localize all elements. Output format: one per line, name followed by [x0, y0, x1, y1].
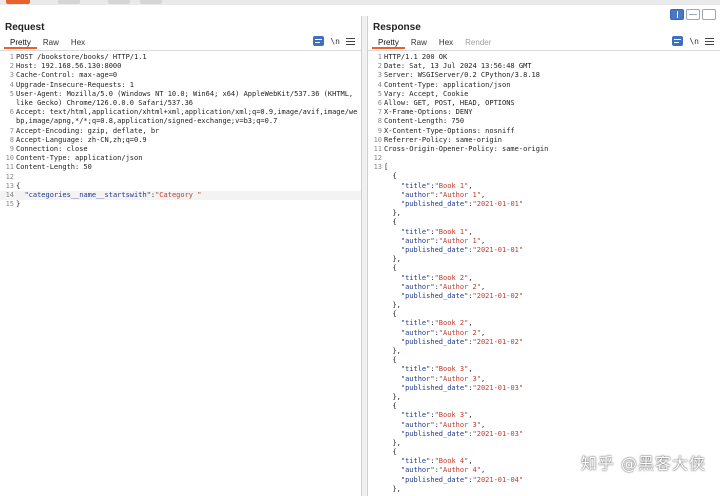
- code-line: Accept: text/html,application/xhtml+xml,…: [16, 108, 358, 126]
- json-object-close: },: [392, 301, 401, 310]
- request-editor[interactable]: 1 POST /bookstore/books/ HTTP/1.1 2 Host: …: [0, 53, 361, 496]
- code-line: Host: 192.168.56.130:8000: [16, 62, 122, 71]
- response-tab-raw[interactable]: Raw: [405, 37, 433, 49]
- json-field-published-date: "published_date":"2021-01-01": [400, 245, 524, 254]
- json-object-close: },: [392, 484, 401, 493]
- response-title: Response: [373, 22, 421, 33]
- code-line: {: [16, 181, 21, 190]
- window-tab[interactable]: [140, 0, 162, 4]
- json-object-open: {: [392, 218, 397, 227]
- code-line: Cache-Control: max-age=0: [16, 71, 118, 80]
- code-line: Content-Type: application/json: [16, 154, 143, 163]
- code-line: HTTP/1.1 200 OK: [384, 53, 448, 61]
- code-line: Date: Sat, 13 Jul 2024 13:56:48 GMT: [384, 62, 532, 71]
- json-object-open: {: [392, 310, 397, 319]
- json-field-published-date: "published_date":"2021-01-03": [400, 429, 524, 438]
- show-newlines-icon[interactable]: \n: [330, 37, 340, 46]
- response-tab-pretty[interactable]: Pretty: [372, 37, 405, 49]
- code-line: Accept-Language: zh-CN,zh;q=0.9: [16, 135, 147, 144]
- code-line: User-Agent: Mozilla/5.0 (Windows NT 10.0…: [16, 89, 358, 107]
- code-line: Content-Length: 50: [16, 163, 92, 172]
- code-line: Vary: Accept, Cookie: [384, 89, 469, 98]
- json-field-title: "title":"Book 2",: [400, 319, 473, 328]
- json-field-author: "author":"Author 2",: [400, 282, 486, 291]
- request-tab-raw[interactable]: Raw: [37, 37, 65, 49]
- response-tools: \n: [672, 36, 714, 46]
- watermark: 知乎 @黑客大侠: [580, 454, 706, 473]
- json-object-close: },: [392, 438, 401, 447]
- code-line: Cross-Origin-Opener-Policy: same-origin: [384, 144, 549, 153]
- json-object-open: {: [392, 402, 397, 411]
- json-field-author: "author":"Author 3",: [400, 420, 486, 429]
- json-field-title: "title":"Book 1",: [400, 181, 473, 190]
- menu-icon[interactable]: [705, 37, 714, 46]
- request-title: Request: [5, 22, 45, 33]
- json-field-published-date: "published_date":"2021-01-04": [400, 475, 524, 484]
- json-field-title: "title":"Book 1",: [400, 227, 473, 236]
- code-line: Content-Type: application/json: [384, 80, 511, 89]
- window-tab[interactable]: [108, 0, 130, 4]
- json-object-close: },: [392, 209, 401, 218]
- json-field-author: "author":"Author 1",: [400, 236, 486, 245]
- request-tab-hex[interactable]: Hex: [65, 37, 91, 49]
- response-panel: Response Pretty Raw Hex Render \n 1 HTTP/…: [367, 16, 720, 496]
- code-line: Content-Length: 750: [384, 117, 465, 126]
- code-line: Allow: GET, POST, HEAD, OPTIONS: [384, 98, 515, 107]
- code-line: Upgrade-Insecure-Requests: 1: [16, 80, 135, 89]
- json-object-close: },: [392, 347, 401, 355]
- json-field-title: "title":"Book 3",: [400, 411, 473, 420]
- code-line: Connection: close: [16, 144, 88, 153]
- json-key: "categories__name__startswith": [24, 190, 151, 199]
- json-object-open: {: [392, 264, 397, 273]
- code-line: X-Frame-Options: DENY: [384, 108, 473, 117]
- json-field-title: "title":"Book 2",: [400, 273, 473, 282]
- request-panel: Request Pretty Raw Hex \n 1 POST /booksto…: [0, 16, 362, 496]
- json-field-author: "author":"Author 2",: [400, 328, 486, 337]
- response-tab-render[interactable]: Render: [459, 37, 497, 49]
- wrap-lines-icon[interactable]: [313, 36, 325, 46]
- code-line: Server: WSGIServer/0.2 CPython/3.8.18: [384, 71, 540, 80]
- json-object-open: {: [392, 172, 397, 181]
- json-field-published-date: "published_date":"2021-01-02": [400, 291, 524, 300]
- request-tabs: Pretty Raw Hex: [4, 37, 91, 49]
- code-line: }: [16, 200, 21, 209]
- json-field-published-date: "published_date":"2021-01-01": [400, 200, 524, 208]
- json-object-close: },: [392, 392, 401, 401]
- code-line: X-Content-Type-Options: nosniff: [384, 126, 515, 135]
- json-value: "Category ": [155, 190, 202, 199]
- json-field-author: "author":"Author 3",: [400, 374, 486, 383]
- code-line: Accept-Encoding: gzip, deflate, br: [16, 126, 160, 135]
- show-newlines-icon[interactable]: \n: [689, 37, 699, 46]
- code-line: POST /bookstore/books/ HTTP/1.1: [16, 53, 147, 61]
- response-tabs: Pretty Raw Hex Render: [372, 37, 497, 49]
- json-field-author: "author":"Author 1",: [400, 190, 486, 199]
- response-editor[interactable]: 1 HTTP/1.1 200 OK 2 Date: Sat, 13 Jul 2024…: [368, 53, 720, 496]
- json-array-body: { "title":"Book 1", "author":"Author 1",…: [368, 172, 720, 494]
- response-tab-hex[interactable]: Hex: [433, 37, 459, 49]
- window-tab[interactable]: [58, 0, 80, 4]
- json-body-line: "categories__name__startswith":"Category…: [24, 190, 202, 199]
- request-tab-pretty[interactable]: Pretty: [4, 37, 37, 49]
- code-line: Referrer-Policy: same-origin: [384, 135, 503, 144]
- json-field-title: "title":"Book 3",: [400, 365, 473, 374]
- active-window-tab[interactable]: [6, 0, 30, 4]
- menu-icon[interactable]: [346, 37, 355, 46]
- window-tab-strip: [0, 0, 720, 5]
- json-field-published-date: "published_date":"2021-01-03": [400, 383, 524, 392]
- json-field-published-date: "published_date":"2021-01-02": [400, 337, 524, 346]
- tab-divider: [368, 50, 720, 51]
- tab-divider: [0, 50, 361, 51]
- wrap-lines-icon[interactable]: [672, 36, 684, 46]
- code-line: [: [384, 163, 389, 172]
- json-object-open: {: [392, 356, 397, 365]
- json-object-close: },: [392, 255, 401, 264]
- request-tools: \n: [313, 36, 355, 46]
